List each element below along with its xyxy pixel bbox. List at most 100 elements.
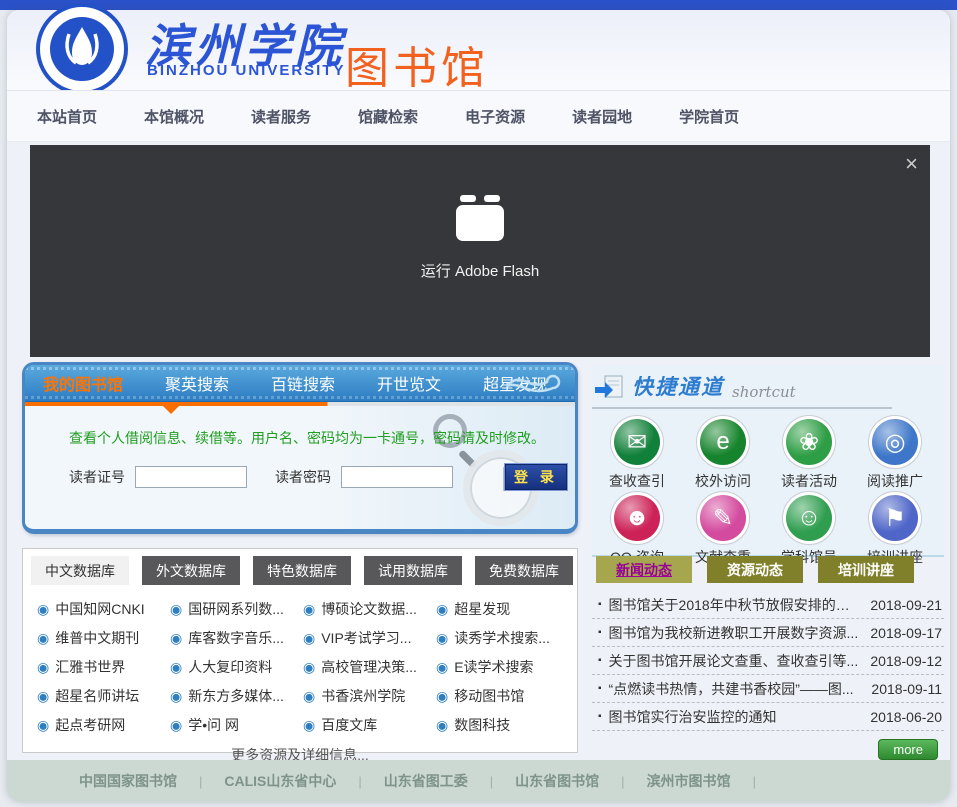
nav-item-4[interactable]: 电子资源 (465, 106, 525, 127)
nav-item-1[interactable]: 本馆概况 (144, 106, 204, 127)
db-link-label: 百度文库 (321, 715, 377, 735)
db-link[interactable]: ◉VIP考试学习... (303, 628, 436, 648)
shortcut-item[interactable]: e校外访问 (680, 419, 766, 491)
site-header: 滨州学院 BINZHOU UNIVERSITY 图书馆 (7, 10, 950, 90)
db-link[interactable]: ◉ 移动图书馆 (436, 686, 569, 706)
db-tab[interactable]: 特色数据库 (253, 556, 351, 585)
db-tab[interactable]: 外文数据库 (142, 556, 240, 585)
db-link[interactable]: ◉读秀学术搜索... (436, 628, 569, 648)
db-link[interactable]: ◉博硕论文数据... (303, 599, 436, 619)
db-link-label: 新东方多媒体... (188, 686, 284, 706)
login-tab[interactable]: 聚英搜索 (165, 371, 229, 395)
db-link[interactable]: ◉高校管理决策... (303, 657, 436, 677)
bullet-icon: ◉ (37, 660, 49, 674)
bullet-icon: ◉ (436, 689, 448, 703)
bullet-icon: ◉ (170, 718, 182, 732)
news-tab[interactable]: 资源动态 (707, 556, 803, 583)
bullet-icon: ◉ (436, 631, 448, 645)
db-tab[interactable]: 中文数据库 (31, 556, 129, 585)
shortcut-grid: ✉查收查引e校外访问❀读者活动◎阅读推广☻QQ 咨询✎文献查重☺学科馆员⚑培训讲… (592, 409, 944, 567)
news-title-link[interactable]: 图书馆实行治安监控的通知 (609, 707, 861, 727)
login-button[interactable]: 登 录 (505, 464, 567, 490)
nav-item-2[interactable]: 读者服务 (251, 106, 311, 127)
shortcut-item[interactable]: ✉查收查引 (594, 419, 680, 491)
db-link-label: 移动图书馆 (454, 686, 524, 706)
db-link-label: 人大复印资料 (188, 657, 272, 677)
shortcut-label: 校外访问 (695, 471, 751, 491)
db-link-label: VIP考试学习... (321, 628, 411, 648)
news-item[interactable]: ▪图书馆实行治安监控的通知2018-06-20 (592, 703, 944, 731)
db-link[interactable]: ◉维普中文期刊 (37, 628, 170, 648)
db-link-label: 博硕论文数据... (321, 599, 417, 619)
news-title-link[interactable]: 图书馆关于2018年中秋节放假安排的通... (609, 595, 861, 615)
database-link-grid: ◉中国知网CNKI◉国研网系列数...◉博硕论文数据...◉超星发现◉维普中文期… (23, 585, 577, 735)
news-item[interactable]: ▪图书馆关于2018年中秋节放假安排的通...2018-09-21 (592, 591, 944, 619)
footer-link[interactable]: 滨州市图书馆 (647, 771, 731, 791)
db-link[interactable]: ◉E读学术搜索 (436, 657, 569, 677)
login-tab[interactable]: 开世览文 (377, 371, 441, 395)
bullet-icon: ◉ (37, 718, 49, 732)
db-link[interactable]: ◉数图科技 (436, 715, 569, 735)
news-title-link[interactable]: 关于图书馆开展论文查重、查收查引等... (609, 651, 861, 671)
reader-id-input[interactable] (135, 466, 247, 488)
db-link[interactable]: ◉人大复印资料 (170, 657, 303, 677)
news-title-link[interactable]: 图书馆为我校新进教职工开展数字资源... (609, 623, 861, 643)
shortcut-label: 阅读推广 (867, 471, 923, 491)
db-tab[interactable]: 试用数据库 (364, 556, 462, 585)
db-link[interactable]: ◉ 中国知网CNKI (37, 599, 170, 619)
bullet-icon: ◉ (37, 602, 49, 616)
db-link-label: 中国知网CNKI (55, 599, 144, 619)
footer-link[interactable]: 中国国家图书馆 (79, 771, 177, 791)
login-instruction: 查看个人借阅信息、续借等。用户名、密码均为一卡通号，密码请及时修改。 (69, 428, 575, 448)
news-tab[interactable]: 新闻动态 (596, 556, 692, 583)
footer-link[interactable]: 山东省图书馆 (515, 771, 599, 791)
footer-separator: | (199, 774, 202, 789)
db-link[interactable]: ◉ 汇雅书世界 (37, 657, 170, 677)
db-link[interactable]: ◉起点考研网 (37, 715, 170, 735)
news-item[interactable]: ▪图书馆为我校新进教职工开展数字资源...2018-09-17 (592, 619, 944, 647)
db-tab[interactable]: 免费数据库 (475, 556, 573, 585)
close-icon[interactable]: × (905, 153, 918, 175)
flash-plugin-icon (456, 205, 504, 241)
db-link[interactable]: ◉书香滨州学院 (303, 686, 436, 706)
db-link[interactable]: ◉超星发现 (436, 599, 569, 619)
db-link[interactable]: ◉新东方多媒体... (170, 686, 303, 706)
university-name-en: BINZHOU UNIVERSITY (147, 62, 346, 79)
nav-item-6[interactable]: 学院首页 (679, 106, 739, 127)
news-more-button[interactable]: more (878, 739, 938, 760)
database-tab-bar: 中文数据库外文数据库特色数据库试用数据库免费数据库 (23, 549, 577, 585)
db-link[interactable]: ◉国研网系列数... (170, 599, 303, 619)
footer-link[interactable]: 山东省图工委 (384, 771, 468, 791)
footer-separator: | (358, 774, 361, 789)
login-form-area: 查看个人借阅信息、续借等。用户名、密码均为一卡通号，密码请及时修改。 读者证号 … (25, 406, 575, 534)
db-link[interactable]: ◉百度文库 (303, 715, 436, 735)
nav-item-5[interactable]: 读者园地 (572, 106, 632, 127)
footer-link[interactable]: CALIS山东省中心 (224, 771, 336, 791)
shortcut-item[interactable]: ◎阅读推广 (852, 419, 938, 491)
login-form: 读者证号 读者密码 登 录 (69, 464, 575, 490)
reader-password-input[interactable] (341, 466, 453, 488)
flash-placeholder[interactable]: 运行 Adobe Flash (30, 205, 930, 281)
nav-item-3[interactable]: 馆藏检索 (358, 106, 418, 127)
footer-separator: | (490, 774, 493, 789)
bullet-icon: ▪ (598, 711, 602, 722)
db-link[interactable]: ◉学•问 网 (170, 715, 303, 735)
news-item[interactable]: ▪“点燃读书热情，共建书香校园”——图...2018-09-11 (592, 675, 944, 703)
nav-item-0[interactable]: 本站首页 (37, 106, 97, 127)
login-tab[interactable]: 百链搜索 (271, 371, 335, 395)
flash-banner[interactable]: × 运行 Adobe Flash (30, 145, 930, 357)
login-tab[interactable]: 我的图书馆 (43, 371, 123, 395)
bullet-icon: ◉ (170, 631, 182, 645)
news-item[interactable]: ▪关于图书馆开展论文查重、查收查引等...2018-09-12 (592, 647, 944, 675)
db-link[interactable]: ◉库客数字音乐... (170, 628, 303, 648)
bullet-icon: ▪ (598, 599, 602, 610)
flash-run-label: 运行 Adobe Flash (30, 260, 930, 281)
shortcut-item[interactable]: ❀读者活动 (766, 419, 852, 491)
db-link-label: 汇雅书世界 (55, 657, 125, 677)
news-date: 2018-09-17 (870, 625, 942, 641)
news-title-link[interactable]: “点燃读书热情，共建书香校园”——图... (609, 679, 862, 699)
news-tab[interactable]: 培训讲座 (818, 556, 914, 583)
db-link[interactable]: ◉超星名师讲坛 (37, 686, 170, 706)
database-panel: 中文数据库外文数据库特色数据库试用数据库免费数据库 ◉ 中国知网CNKI ◉国研网系… (22, 548, 578, 753)
bullet-icon: ◉ (37, 631, 49, 645)
